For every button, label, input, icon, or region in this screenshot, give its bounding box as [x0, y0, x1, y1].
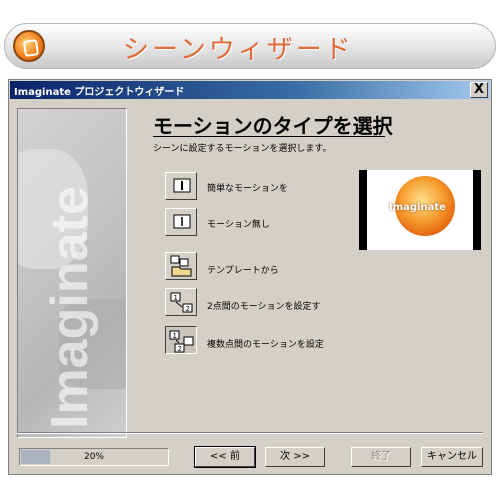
template-icon	[170, 255, 192, 277]
svg-text:1: 1	[173, 332, 177, 340]
option-no-motion-button[interactable]	[165, 208, 197, 236]
option-no-motion-label: モーション無し	[207, 220, 270, 230]
progress-bar: 20%	[19, 448, 169, 466]
option-multi-point-motion-button[interactable]: 1 2	[165, 326, 197, 354]
option-multi-point-motion-label: 複数点間のモーションを設定	[207, 340, 324, 350]
page-description: シーンに設定するモーションを選択します。	[153, 144, 332, 154]
option-template-label: テンプレートから	[207, 266, 279, 276]
banner-title: シーンウィザード	[123, 35, 354, 65]
svg-text:1: 1	[174, 294, 178, 302]
dialog-titlebar[interactable]: Imaginate プロジェクトウィザード X	[10, 81, 490, 99]
progress-label: 20%	[83, 452, 104, 462]
side-banner-text: Imaginate	[41, 186, 99, 429]
title-underline	[153, 136, 385, 137]
preview-logo-text: Imaginate	[389, 202, 446, 213]
simple-motion-icon	[173, 178, 191, 193]
next-button[interactable]: 次 >>	[265, 447, 325, 467]
preview-image: Imaginate	[359, 170, 481, 250]
svg-text:2: 2	[178, 345, 182, 353]
app-logo-icon	[13, 30, 45, 62]
footer-divider	[17, 432, 483, 434]
option-template-button[interactable]	[165, 252, 197, 280]
cancel-button[interactable]: キャンセル	[421, 447, 483, 467]
option-two-point-motion-label: 2点間のモーションを設定す	[207, 302, 321, 312]
back-button[interactable]: << 前	[194, 446, 256, 468]
multi-point-motion-icon: 1 2	[169, 330, 194, 353]
svg-text:2: 2	[186, 305, 190, 313]
side-banner-image: Imaginate	[17, 108, 127, 438]
two-point-motion-icon: 1 2	[170, 292, 193, 313]
wizard-dialog: Imaginate プロジェクトウィザード X Imaginate モーションの…	[8, 79, 492, 475]
close-button[interactable]: X	[470, 82, 488, 98]
option-simple-motion-button[interactable]	[165, 172, 197, 200]
option-simple-motion-label: 簡単なモーションを	[207, 184, 288, 194]
dialog-title: Imaginate プロジェクトウィザード	[14, 87, 185, 98]
wizard-banner: シーンウィザード	[4, 23, 496, 69]
finish-button[interactable]: 終了	[351, 447, 411, 467]
no-motion-icon	[173, 214, 191, 229]
option-two-point-motion-button[interactable]: 1 2	[165, 288, 197, 316]
page-title: モーションのタイプを選択	[153, 114, 393, 138]
